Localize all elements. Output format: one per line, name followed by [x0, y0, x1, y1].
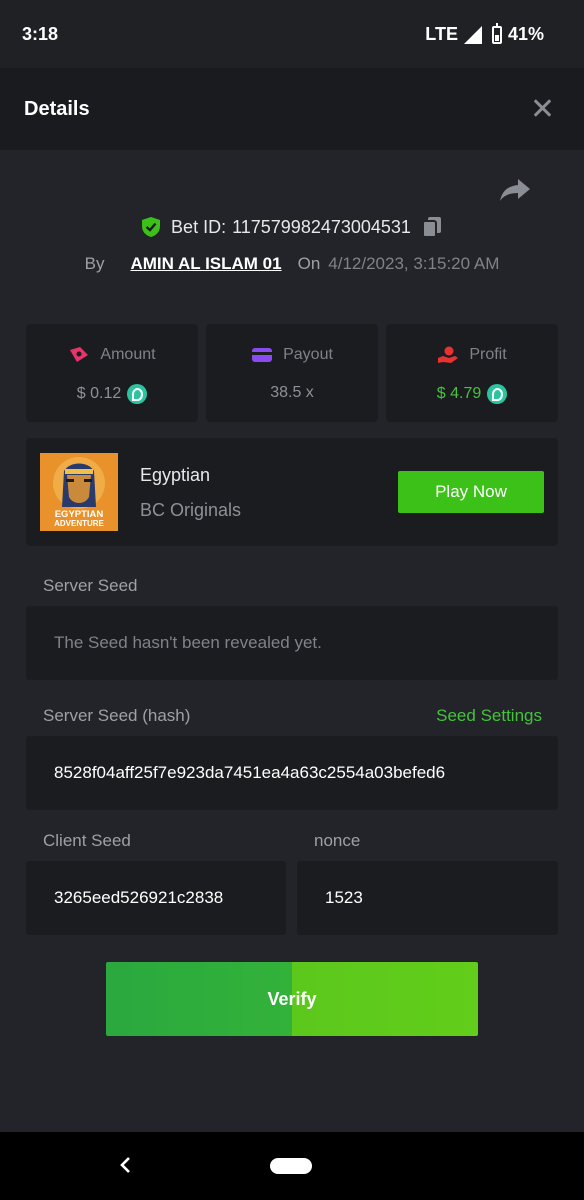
profit-hand-icon [438, 346, 459, 363]
server-seed-value: The Seed hasn't been revealed yet. [54, 633, 322, 652]
game-name: Egyptian [140, 465, 211, 485]
payout-card: Payout 38.5 x [206, 324, 378, 422]
server-seed-field: The Seed hasn't been revealed yet. [26, 606, 558, 680]
play-now-button[interactable]: Play Now [398, 471, 544, 513]
battery-icon [491, 22, 502, 44]
signal-icon [463, 25, 482, 44]
copy-icon[interactable] [421, 216, 443, 238]
game-thumbnail[interactable]: EGYPTIAN ADVENTURE [40, 453, 118, 531]
nonce-field[interactable]: 1523 [297, 861, 558, 935]
client-seed-label: Client Seed [43, 831, 131, 850]
by-label: By [84, 254, 105, 273]
amount-card: Amount $ 0.12 [26, 324, 198, 422]
bet-date: 4/12/2023, 3:15:20 AM [328, 254, 500, 273]
shield-check-icon [142, 217, 161, 237]
bet-id-value: 117579982473004531 [232, 216, 411, 237]
profit-label: Profit [469, 346, 507, 363]
close-icon[interactable] [530, 96, 554, 120]
amount-icon [70, 347, 89, 362]
nonce-label: nonce [314, 831, 361, 850]
coin-icon [127, 384, 148, 404]
seed-settings-link[interactable]: Seed Settings [436, 706, 542, 726]
payout-value: 38.5 x [270, 384, 314, 401]
on-label: On [297, 254, 321, 273]
network-label: LTE [425, 24, 458, 44]
bet-id-row: Bet ID: 117579982473004531 [0, 216, 584, 238]
amount-value: $ 0.12 [76, 385, 122, 402]
wallet-icon [252, 348, 273, 362]
battery-level: 41% [507, 24, 544, 44]
coin-icon [487, 384, 508, 404]
status-indicators: LTE 41% [425, 22, 544, 45]
nonce-value: 1523 [325, 888, 363, 907]
client-seed-value: 3265eed526921c2838 [54, 888, 224, 907]
status-bar: 3:18 LTE 41% [0, 0, 584, 68]
payout-label: Payout [283, 346, 333, 363]
bet-by-row: By AMIN AL ISLAM 01 On 4/12/2023, 3:15:2… [0, 254, 584, 274]
profit-value: $ 4.79 [436, 385, 482, 402]
details-header: Details [0, 68, 584, 150]
server-seed-hash-label: Server Seed (hash) [43, 706, 191, 725]
server-seed-hash-value: 8528f04aff25f7e923da7451ea4a63c2554a03be… [54, 763, 446, 782]
back-icon[interactable] [116, 1154, 136, 1176]
system-nav-bar [0, 1132, 584, 1200]
share-icon[interactable] [498, 176, 532, 204]
game-provider: BC Originals [140, 500, 242, 520]
bet-id-label: Bet ID: [171, 216, 227, 237]
status-time: 3:18 [22, 24, 59, 44]
amount-label: Amount [100, 346, 156, 363]
client-seed-field[interactable]: 3265eed526921c2838 [26, 861, 286, 935]
verify-button[interactable]: Verify [106, 962, 478, 1036]
svg-text:ADVENTURE: ADVENTURE [54, 519, 104, 528]
page-title: Details [24, 98, 90, 120]
server-seed-label: Server Seed [43, 576, 138, 595]
profit-card: Profit $ 4.79 [386, 324, 558, 422]
game-card: EGYPTIAN ADVENTURE Egyptian BC Originals… [26, 438, 558, 546]
username-link[interactable]: AMIN AL ISLAM 01 [130, 254, 281, 274]
home-button[interactable] [270, 1158, 312, 1174]
server-seed-hash-field[interactable]: 8528f04aff25f7e923da7451ea4a63c2554a03be… [26, 736, 558, 810]
